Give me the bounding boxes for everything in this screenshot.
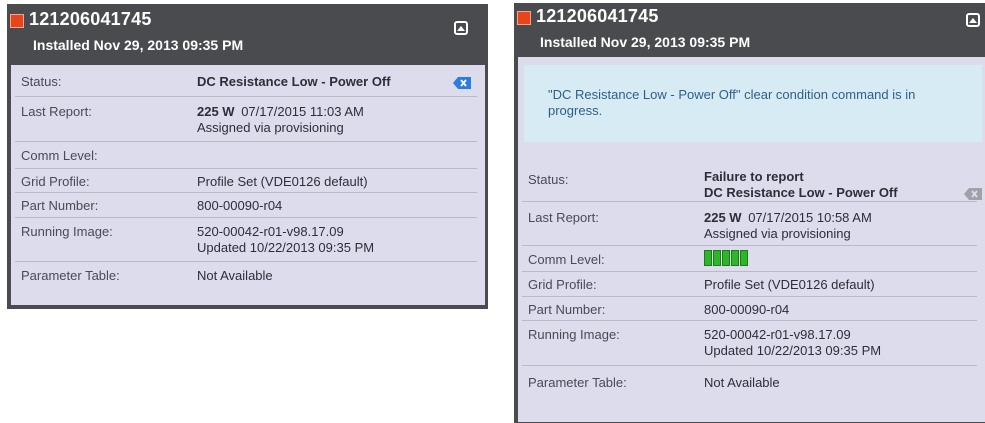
status-value-line2: DC Resistance Low - Power Off	[704, 185, 898, 200]
comm-level-bar	[713, 250, 721, 266]
running-image-updated: Updated 10/22/2013 09:35 PM	[197, 240, 375, 255]
last-report-value: 225 W 07/17/2015 11:03 AM Assigned via p…	[197, 104, 364, 136]
parameter-table-label: Parameter Table:	[21, 268, 120, 283]
row-parameter-table: Parameter Table: Not Available	[15, 262, 477, 293]
part-number-label: Part Number:	[528, 302, 606, 317]
device-card-left: 121206041745 Installed Nov 29, 2013 09:3…	[7, 4, 488, 309]
clear-condition-icon[interactable]	[453, 77, 471, 89]
running-image-version: 520-00042-r01-v98.17.09	[704, 327, 851, 342]
last-report-power: 225 W	[197, 104, 235, 119]
comm-level-label: Comm Level:	[21, 148, 98, 163]
status-square-icon	[517, 11, 531, 25]
row-running-image: Running Image: 520-00042-r01-v98.17.09 U…	[15, 218, 477, 262]
comm-level-bar	[740, 250, 748, 266]
row-grid-profile: Grid Profile: Profile Set (VDE0126 defau…	[522, 272, 977, 297]
last-report-power: 225 W	[704, 210, 742, 225]
status-label: Status:	[21, 74, 62, 89]
grid-profile-value: Profile Set (VDE0126 default)	[197, 174, 368, 189]
collapse-button[interactable]	[966, 13, 980, 27]
comm-level-bar	[704, 250, 712, 266]
last-report-value: 225 W 07/17/2015 10:58 AM Assigned via p…	[704, 210, 872, 242]
installed-date: Installed Nov 29, 2013 09:35 PM	[540, 34, 751, 50]
last-report-label: Last Report:	[528, 210, 599, 225]
row-parameter-table: Parameter Table: Not Available	[522, 366, 977, 398]
installed-date: Installed Nov 29, 2013 09:35 PM	[33, 37, 244, 53]
grid-profile-value: Profile Set (VDE0126 default)	[704, 277, 875, 292]
running-image-value: 520-00042-r01-v98.17.09 Updated 10/22/20…	[197, 224, 374, 256]
collapse-button[interactable]	[454, 21, 468, 35]
row-last-report: Last Report: 225 W 07/17/2015 11:03 AM A…	[15, 97, 477, 142]
parameter-table-label: Parameter Table:	[528, 375, 627, 390]
row-grid-profile: Grid Profile: Profile Set (VDE0126 defau…	[15, 169, 477, 193]
row-part-number: Part Number: 800-00090-r04	[15, 193, 477, 218]
last-report-note: Assigned via provisioning	[704, 226, 851, 241]
row-last-report: Last Report: 225 W 07/17/2015 10:58 AM A…	[522, 202, 977, 246]
running-image-version: 520-00042-r01-v98.17.09	[197, 224, 344, 239]
comm-level-bar	[722, 250, 730, 266]
device-id: 121206041745	[29, 9, 152, 29]
row-comm-level: Comm Level:	[15, 142, 477, 169]
comm-level-meter	[704, 250, 748, 266]
last-report-note: Assigned via provisioning	[197, 120, 344, 135]
last-report-label: Last Report:	[21, 104, 92, 119]
running-image-updated: Updated 10/22/2013 09:35 PM	[704, 343, 882, 358]
status-value: DC Resistance Low - Power Off	[197, 74, 391, 89]
card-body: Status: DC Resistance Low - Power Off La…	[11, 65, 485, 305]
last-report-time: 07/17/2015 11:03 AM	[241, 104, 364, 119]
card-body: "DC Resistance Low - Power Off" clear co…	[518, 57, 985, 422]
grid-profile-label: Grid Profile:	[528, 277, 597, 292]
running-image-label: Running Image:	[21, 224, 113, 239]
row-running-image: Running Image: 520-00042-r01-v98.17.09 U…	[522, 321, 977, 366]
row-status: Status: DC Resistance Low - Power Off	[15, 67, 477, 97]
device-id: 121206041745	[536, 6, 659, 26]
row-comm-level: Comm Level:	[522, 246, 977, 272]
status-value-line1: Failure to report	[704, 169, 804, 184]
comm-level-label: Comm Level:	[528, 252, 605, 267]
running-image-value: 520-00042-r01-v98.17.09 Updated 10/22/20…	[704, 327, 881, 359]
collapse-up-icon	[457, 25, 465, 31]
parameter-table-value: Not Available	[197, 268, 273, 283]
last-report-time: 07/17/2015 10:58 AM	[748, 210, 872, 225]
row-status: Status: Failure to report DC Resistance …	[522, 152, 982, 202]
part-number-value: 800-00090-r04	[704, 302, 790, 317]
status-value: Failure to report DC Resistance Low - Po…	[704, 169, 898, 201]
part-number-value: 800-00090-r04	[197, 198, 283, 213]
comm-level-bar	[731, 250, 739, 266]
device-card-right: 121206041745 Installed Nov 29, 2013 09:3…	[514, 3, 985, 423]
collapse-up-icon	[969, 17, 977, 23]
parameter-table-value: Not Available	[704, 375, 780, 390]
row-part-number: Part Number: 800-00090-r04	[522, 297, 977, 321]
part-number-label: Part Number:	[21, 198, 99, 213]
clear-condition-icon	[964, 188, 982, 200]
status-label: Status:	[528, 172, 569, 187]
grid-profile-label: Grid Profile:	[21, 174, 90, 189]
clear-condition-notice: "DC Resistance Low - Power Off" clear co…	[524, 65, 982, 142]
status-square-icon	[10, 14, 24, 28]
running-image-label: Running Image:	[528, 327, 620, 342]
